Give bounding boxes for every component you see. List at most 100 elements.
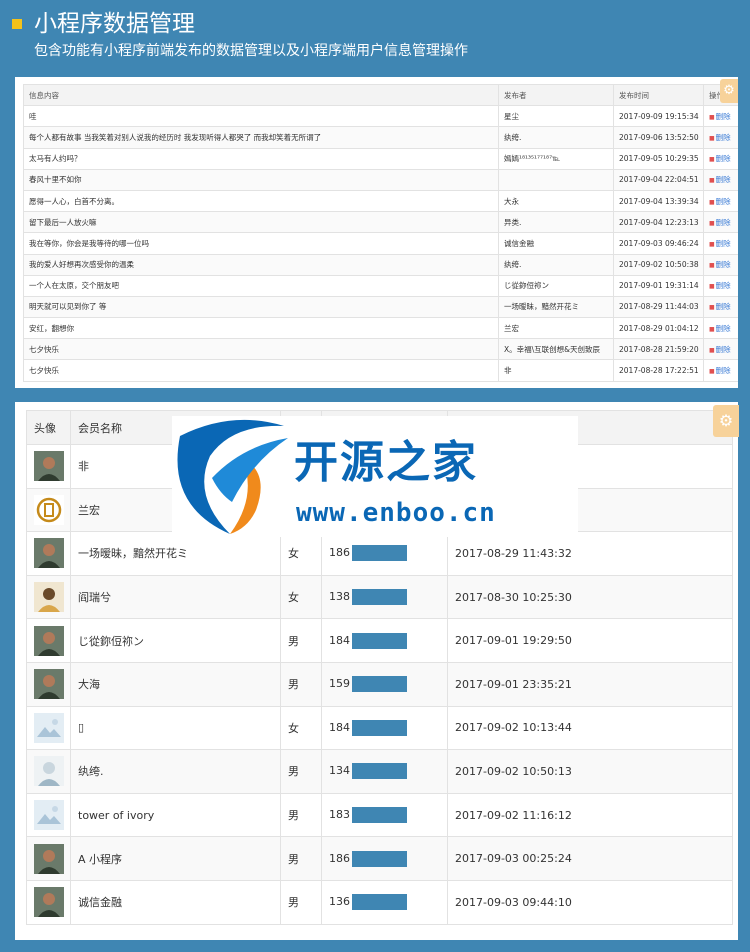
post-time: 2017-09-01 19:31:14	[613, 274, 704, 297]
post-time: 2017-09-04 13:39:34	[613, 189, 704, 213]
member-register-time: 2017-09-02 10:50:13	[447, 749, 733, 794]
watermark-brand: 开源之家	[294, 437, 478, 488]
delete-button[interactable]: 删除	[709, 302, 731, 311]
member-gender: 男	[280, 792, 322, 838]
phone-redaction	[352, 719, 407, 736]
delete-button[interactable]: 删除	[709, 324, 731, 333]
table-row: 愿得一人心，白首不分离。大永2017-09-04 13:39:34 删除	[23, 189, 738, 213]
post-author: 兰宏	[498, 317, 614, 340]
logo-avatar-icon	[34, 494, 64, 525]
table-row: 大海男 159 2017-09-01 23:35:21	[26, 661, 733, 707]
table-row: 哇星尘2017-09-09 19:15:34 删除	[23, 105, 738, 128]
table-row: じ從鉨侸祢ン男 184 2017-09-01 19:29:50	[26, 618, 733, 663]
column-header: 发布者	[498, 83, 614, 107]
table-row: 太马有人约吗？ 嫣嫣¹⁸¹³⁵¹⁷⁷¹⁸⁷℡ 2017-09-05 10:29:35…	[23, 147, 738, 170]
column-header: 信息内容	[23, 83, 499, 107]
member-name: 阎瑞兮	[70, 574, 281, 620]
phone-redaction	[352, 894, 407, 911]
phone-redaction	[352, 632, 407, 649]
member-name: 纨绔.	[70, 749, 281, 794]
table-row: 诚信金融男 136 2017-09-03 09:44:10	[26, 879, 733, 925]
post-author: 异类.	[498, 211, 614, 234]
member-phone: 184	[329, 720, 350, 734]
page-title: 小程序数据管理	[34, 11, 195, 37]
member-phone-cell: 186	[321, 836, 448, 881]
member-phone: 136	[329, 895, 350, 909]
table-row: 安红，翻想你兰宏2017-08-29 01:04:12 删除	[23, 317, 738, 340]
avatar-cell	[26, 618, 71, 663]
member-phone: 138	[329, 590, 350, 604]
delete-button[interactable]: 删除	[709, 197, 731, 206]
post-author: 诚信金融	[498, 232, 614, 255]
watermark: 开源之家 www.enboo.cn	[172, 416, 578, 537]
avatar-cell	[26, 836, 71, 881]
member-register-time: 2017-08-29 11:43:32	[447, 531, 733, 576]
page-subtitle: 包含功能有小程序前端发布的数据管理以及小程序端用户信息管理操作	[34, 43, 468, 59]
delete-button[interactable]: 删除	[709, 112, 731, 121]
post-time: 2017-09-05 10:29:35	[613, 147, 704, 170]
member-phone: 134	[329, 764, 350, 778]
member-name: 诚信金融	[70, 879, 281, 925]
delete-button[interactable]: 删除	[709, 366, 731, 375]
member-register-time: 2017-09-02 10:13:44	[447, 705, 733, 751]
delete-button[interactable]: 删除	[709, 133, 731, 142]
post-author: 一场暧昧，黯然开花ミ	[498, 295, 614, 319]
post-actions: 删除	[703, 189, 738, 213]
avatar-cell	[26, 661, 71, 707]
member-gender: 男	[280, 661, 322, 707]
settings-gear-icon[interactable]: ⚙	[720, 79, 738, 103]
post-content: 太马有人约吗？	[23, 147, 499, 170]
post-actions: 删除	[703, 105, 738, 128]
delete-button[interactable]: 删除	[709, 218, 731, 227]
page-header: 小程序数据管理 包含功能有小程序前端发布的数据管理以及小程序端用户信息管理操作	[0, 0, 750, 76]
member-phone-cell: 183	[321, 792, 448, 838]
post-actions: 删除	[703, 147, 738, 170]
post-content: 每个人都有故事 当我笑着对别人说我的经历时 我发现听得人都哭了 而我却笑着无所谓…	[23, 126, 499, 149]
delete-button[interactable]: 删除	[709, 175, 731, 184]
placeholder-avatar-icon	[34, 712, 64, 743]
post-time: 2017-09-03 09:46:24	[613, 232, 704, 255]
member-name: じ從鉨侸祢ン	[70, 618, 281, 663]
post-content: 七夕快乐	[23, 359, 499, 382]
post-content: 明天就可以见到你了 等	[23, 295, 499, 319]
member-phone-cell: 138	[321, 574, 448, 620]
post-time: 2017-09-04 12:23:13	[613, 211, 704, 234]
settings-gear-icon[interactable]: ⚙	[713, 405, 739, 437]
post-time: 2017-09-02 10:50:38	[613, 253, 704, 276]
post-author: 嫣嫣¹⁸¹³⁵¹⁷⁷¹⁸⁷℡	[498, 147, 614, 170]
member-phone: 186	[329, 851, 350, 865]
cartoon-avatar-icon	[34, 582, 64, 613]
post-author	[498, 168, 614, 191]
delete-button[interactable]: 删除	[709, 154, 731, 163]
post-time: 2017-09-06 13:52:50	[613, 126, 704, 149]
post-content: 留下最后一人放火嘛	[23, 211, 499, 234]
table-row: 一个人在太原，交个朋友吧じ從鉨侸祢ン2017-09-01 19:31:14 删除	[23, 274, 738, 297]
table-row: ▯ 女 184 2017-09-02 10:13:44	[26, 705, 733, 751]
member-phone: 159	[329, 677, 350, 691]
post-actions: 删除	[703, 126, 738, 149]
delete-button[interactable]: 删除	[709, 345, 731, 354]
post-actions: 删除	[703, 359, 738, 382]
member-gender: 女	[280, 574, 322, 620]
member-register-time: 2017-08-30 10:25:30	[447, 574, 733, 620]
post-content: 七夕快乐	[23, 338, 499, 361]
member-gender: 男	[280, 618, 322, 663]
member-name: A 小程序	[70, 836, 281, 881]
member-phone: 183	[329, 808, 350, 822]
post-actions: 删除	[703, 274, 738, 297]
post-time: 2017-09-04 22:04:51	[613, 168, 704, 191]
phone-redaction	[352, 850, 407, 867]
post-actions: 删除	[703, 232, 738, 255]
avatar-cell	[26, 444, 71, 489]
post-content: 春风十里不如你	[23, 168, 499, 191]
photo-avatar-icon	[34, 625, 64, 656]
photo-avatar-icon	[34, 538, 64, 569]
delete-button[interactable]: 删除	[709, 239, 731, 248]
photo-avatar-icon	[34, 887, 64, 918]
photo-avatar-icon	[34, 669, 64, 700]
post-time: 2017-08-28 17:22:51	[613, 359, 704, 382]
delete-button[interactable]: 删除	[709, 281, 731, 290]
post-author: X。幸福\互联创想&天创致辰	[498, 338, 614, 361]
member-gender: 男	[280, 749, 322, 794]
delete-button[interactable]: 删除	[709, 260, 731, 269]
